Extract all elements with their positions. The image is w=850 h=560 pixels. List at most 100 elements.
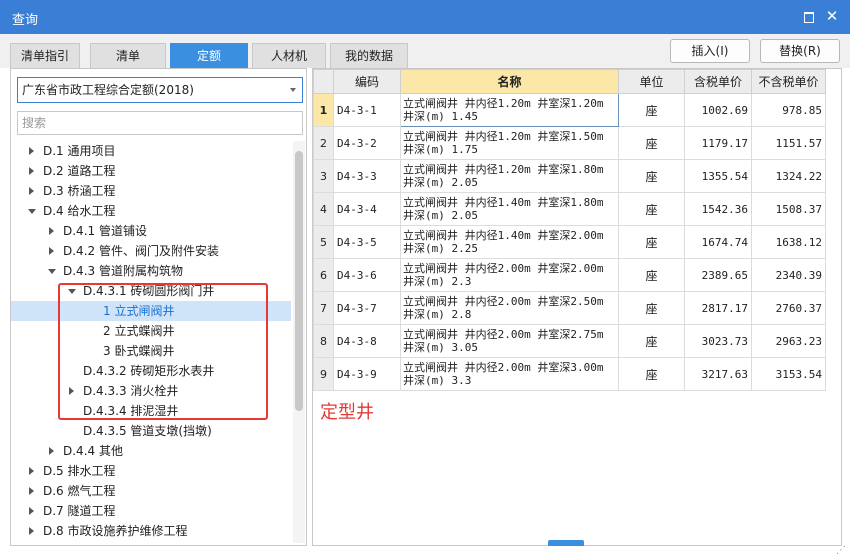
cell-code[interactable]: D4-3-9 <box>333 357 401 391</box>
cell-tax-price[interactable]: 3217.63 <box>684 357 752 391</box>
expand-down-icon[interactable] <box>67 281 77 301</box>
expand-right-icon[interactable] <box>47 241 57 261</box>
cell-unit[interactable]: 座 <box>618 225 685 259</box>
cell-unit[interactable]: 座 <box>618 192 685 226</box>
search-input[interactable] <box>17 111 303 135</box>
tree-item[interactable]: D.4.3 管道附属构筑物 <box>11 261 291 281</box>
cell-unit[interactable]: 座 <box>618 126 685 160</box>
tree-item[interactable]: 3 卧式蝶阀井 <box>11 341 291 361</box>
table-row[interactable]: 8 D4-3-8 立式闸阀井 井内径2.00m 井室深2.75m 井深(m) 3.0… <box>313 324 826 358</box>
tab-labor-material-machine[interactable]: 人材机 <box>252 43 326 68</box>
tab-quota[interactable]: 定额 <box>170 43 248 68</box>
row-number[interactable]: 5 <box>313 225 334 259</box>
tree-item[interactable]: D.4.3.3 消火栓井 <box>11 381 291 401</box>
insert-button[interactable]: 插入(I) <box>670 39 750 63</box>
tree-item[interactable]: 1 立式闸阀井 <box>11 301 291 321</box>
cell-unit[interactable]: 座 <box>618 291 685 325</box>
cell-notax-price[interactable]: 1638.12 <box>751 225 826 259</box>
cell-name[interactable]: 立式闸阀井 井内径2.00m 井室深2.00m 井深(m) 2.3 <box>400 258 619 292</box>
expand-right-icon[interactable] <box>27 481 37 501</box>
quota-library-select[interactable]: 广东省市政工程综合定额(2018) <box>17 77 303 103</box>
column-header-notax-price[interactable]: 不含税单价 <box>751 69 826 94</box>
table-row[interactable]: 6 D4-3-6 立式闸阀井 井内径2.00m 井室深2.00m 井深(m) 2.3… <box>313 258 826 292</box>
cell-name[interactable]: 立式闸阀井 井内径2.00m 井室深3.00m 井深(m) 3.3 <box>400 357 619 391</box>
tree-item[interactable]: D.4 给水工程 <box>11 201 291 221</box>
table-row[interactable]: 1 D4-3-1 立式闸阀井 井内径1.20m 井室深1.20m 井深(m) 1.4… <box>313 93 826 127</box>
cell-unit[interactable]: 座 <box>618 324 685 358</box>
cell-code[interactable]: D4-3-8 <box>333 324 401 358</box>
expand-down-icon[interactable] <box>47 261 57 281</box>
scrollbar-thumb[interactable] <box>295 151 303 411</box>
tree-item[interactable]: D.4.3.5 管道支墩(挡墩) <box>11 421 291 441</box>
tree-item[interactable]: D.6 燃气工程 <box>11 481 291 501</box>
tree-item[interactable]: D.4.3.2 砖砌矩形水表井 <box>11 361 291 381</box>
expand-right-icon[interactable] <box>27 141 37 161</box>
tree-item[interactable]: D.4.2 管件、阀门及附件安装 <box>11 241 291 261</box>
cell-tax-price[interactable]: 2817.17 <box>684 291 752 325</box>
cell-code[interactable]: D4-3-4 <box>333 192 401 226</box>
cell-tax-price[interactable]: 2389.65 <box>684 258 752 292</box>
table-row[interactable]: 3 D4-3-3 立式闸阀井 井内径1.20m 井室深1.80m 井深(m) 2.0… <box>313 159 826 193</box>
expand-right-icon[interactable] <box>67 381 77 401</box>
table-row[interactable]: 2 D4-3-2 立式闸阀井 井内径1.20m 井室深1.50m 井深(m) 1.7… <box>313 126 826 160</box>
cell-name[interactable]: 立式闸阀井 井内径1.20m 井室深1.50m 井深(m) 1.75 <box>400 126 619 160</box>
row-number[interactable]: 8 <box>313 324 334 358</box>
expand-right-icon[interactable] <box>27 181 37 201</box>
replace-button[interactable]: 替换(R) <box>760 39 840 63</box>
cell-code[interactable]: D4-3-2 <box>333 126 401 160</box>
tree-item[interactable]: D.4.3.1 砖砌圆形阀门井 <box>11 281 291 301</box>
tree-item[interactable]: D.7 隧道工程 <box>11 501 291 521</box>
cell-unit[interactable]: 座 <box>618 357 685 391</box>
table-row[interactable]: 4 D4-3-4 立式闸阀井 井内径1.40m 井室深1.80m 井深(m) 2.0… <box>313 192 826 226</box>
cell-tax-price[interactable]: 3023.73 <box>684 324 752 358</box>
tree-item[interactable]: D.5 排水工程 <box>11 461 291 481</box>
cell-tax-price[interactable]: 1179.17 <box>684 126 752 160</box>
expand-down-icon[interactable] <box>27 201 37 221</box>
cell-name[interactable]: 立式闸阀井 井内径1.40m 井室深1.80m 井深(m) 2.05 <box>400 192 619 226</box>
splitter-handle[interactable] <box>548 540 584 546</box>
cell-notax-price[interactable]: 1324.22 <box>751 159 826 193</box>
expand-right-icon[interactable] <box>47 221 57 241</box>
column-header-unit[interactable]: 单位 <box>618 69 685 94</box>
tab-bill-guide[interactable]: 清单指引 <box>10 43 80 68</box>
row-number[interactable]: 9 <box>313 357 334 391</box>
cell-code[interactable]: D4-3-3 <box>333 159 401 193</box>
tree-item[interactable]: 2 立式蝶阀井 <box>11 321 291 341</box>
cell-tax-price[interactable]: 1542.36 <box>684 192 752 226</box>
tree-scrollbar[interactable] <box>293 141 305 543</box>
table-row[interactable]: 5 D4-3-5 立式闸阀井 井内径1.40m 井室深2.00m 井深(m) 2.2… <box>313 225 826 259</box>
table-row[interactable]: 7 D4-3-7 立式闸阀井 井内径2.00m 井室深2.50m 井深(m) 2.8… <box>313 291 826 325</box>
tab-bill[interactable]: 清单 <box>90 43 166 68</box>
expand-right-icon[interactable] <box>27 521 37 541</box>
cell-name[interactable]: 立式闸阀井 井内径1.20m 井室深1.20m 井深(m) 1.45 <box>400 93 619 127</box>
cell-tax-price[interactable]: 1355.54 <box>684 159 752 193</box>
maximize-icon[interactable] <box>800 8 816 24</box>
expand-right-icon[interactable] <box>27 161 37 181</box>
expand-right-icon[interactable] <box>27 461 37 481</box>
cell-name[interactable]: 立式闸阀井 井内径2.00m 井室深2.75m 井深(m) 3.05 <box>400 324 619 358</box>
cell-unit[interactable]: 座 <box>618 258 685 292</box>
table-row[interactable]: 9 D4-3-9 立式闸阀井 井内径2.00m 井室深3.00m 井深(m) 3.3… <box>313 357 826 391</box>
expand-right-icon[interactable] <box>27 501 37 521</box>
tree-item[interactable]: D.1 通用项目 <box>11 141 291 161</box>
close-icon[interactable]: ✕ <box>824 8 840 24</box>
cell-code[interactable]: D4-3-7 <box>333 291 401 325</box>
row-number[interactable]: 7 <box>313 291 334 325</box>
column-header-tax-price[interactable]: 含税单价 <box>684 69 752 94</box>
cell-code[interactable]: D4-3-5 <box>333 225 401 259</box>
cell-notax-price[interactable]: 2963.23 <box>751 324 826 358</box>
cell-notax-price[interactable]: 978.85 <box>751 93 826 127</box>
cell-code[interactable]: D4-3-6 <box>333 258 401 292</box>
tree-item[interactable]: D.3 桥涵工程 <box>11 181 291 201</box>
tree-item[interactable]: D.8 市政设施养护维修工程 <box>11 521 291 541</box>
cell-tax-price[interactable]: 1674.74 <box>684 225 752 259</box>
cell-code[interactable]: D4-3-1 <box>333 93 401 127</box>
tab-my-data[interactable]: 我的数据 <box>330 43 408 68</box>
cell-notax-price[interactable]: 1508.37 <box>751 192 826 226</box>
tree-item[interactable]: D.4.3.4 排泥湿井 <box>11 401 291 421</box>
column-header-name[interactable]: 名称 <box>400 69 619 94</box>
row-number[interactable]: 3 <box>313 159 334 193</box>
row-number[interactable]: 4 <box>313 192 334 226</box>
column-header-code[interactable]: 编码 <box>333 69 401 94</box>
row-number[interactable]: 1 <box>313 93 334 127</box>
